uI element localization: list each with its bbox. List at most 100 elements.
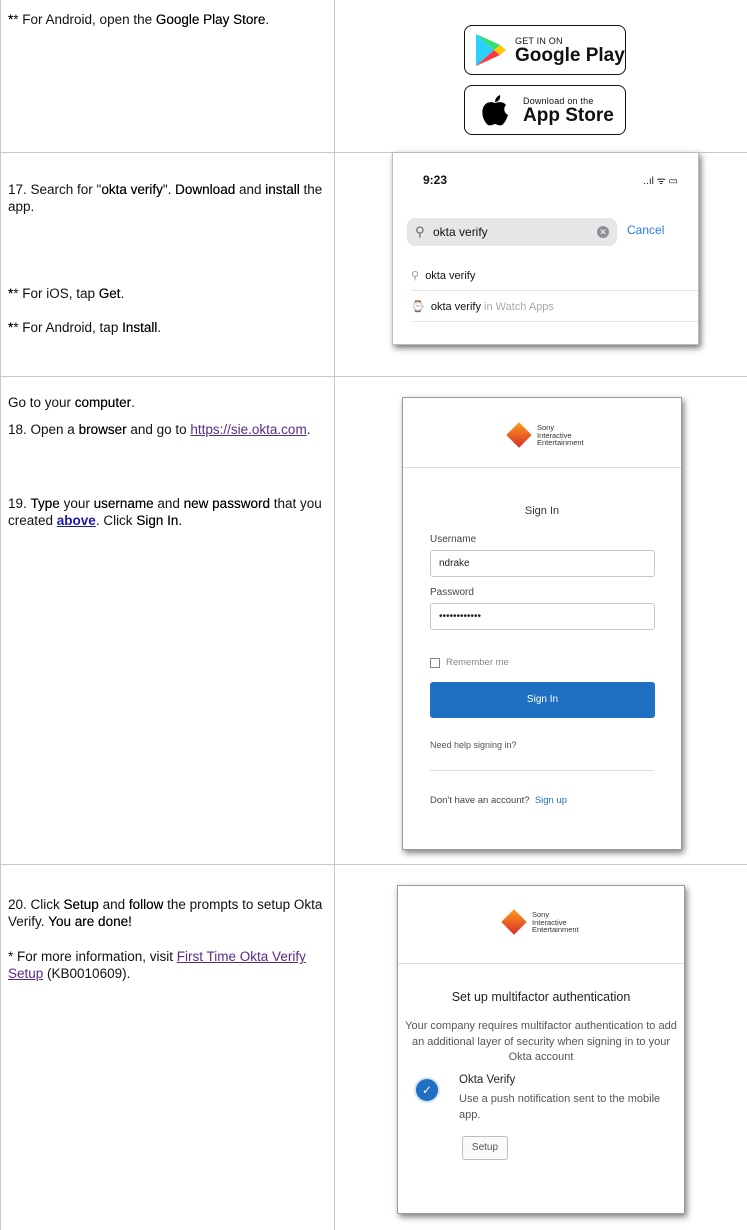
divider [398, 963, 684, 964]
ios-instruction: ** For iOS, tap Get. [8, 286, 125, 301]
text: Go to your [8, 395, 75, 410]
okta-url-link[interactable]: https://sie.okta.com [190, 422, 306, 437]
android-instruction: ** For Android, tap Install. [8, 320, 162, 335]
text: username [93, 496, 154, 511]
google-play-icon [476, 34, 506, 66]
text: Sign In [136, 513, 179, 528]
okta-sign-in-screenshot: Sony Interactive Entertainment Sign In U… [402, 397, 682, 850]
search-icon: ⚲ [411, 270, 420, 282]
status-icons: ..ıl ᯤ ▭ [643, 176, 678, 187]
factor-name: Okta Verify [459, 1074, 516, 1086]
mfa-title: Set up multifactor authentication [451, 990, 631, 1004]
username-field[interactable]: ndrake [430, 550, 655, 577]
text: . [157, 320, 162, 335]
text: . [306, 422, 311, 437]
sony-diamond-icon [501, 909, 527, 935]
sony-diamond-icon [506, 422, 532, 448]
google-play-badge[interactable]: GET IN ON Google Play [464, 25, 626, 75]
step-20: 20. Click Setup and follow the prompts t… [8, 896, 328, 930]
app-store-badge[interactable]: Download on the App Store [464, 85, 626, 135]
apple-icon [482, 95, 508, 126]
password-label: Password [430, 587, 474, 598]
sony-logo: Sony Interactive Entertainment [506, 422, 584, 448]
text: . Click [95, 513, 137, 528]
remember-me-checkbox[interactable] [430, 658, 440, 668]
text: follow [128, 897, 164, 912]
text: new password [183, 496, 270, 511]
mfa-description: Your company requires multifactor authen… [405, 1020, 677, 1063]
text: and [235, 182, 266, 197]
more-info: * For more information, visit First Time… [8, 948, 328, 982]
text: and go to [126, 422, 191, 437]
logo-line: Entertainment [537, 438, 584, 447]
logo-line: Entertainment [532, 925, 579, 934]
step-17: 17. Search for "okta verify". Download a… [8, 181, 328, 215]
text: * For Android, open the [13, 12, 156, 27]
row3-text: 20. Click Setup and follow the prompts t… [8, 896, 328, 982]
text: Download [175, 182, 236, 197]
step-18: 18. Open a browser and go to https://sie… [8, 421, 328, 438]
cancel-button[interactable]: Cancel [627, 223, 664, 237]
text: . [120, 286, 125, 301]
row-divider [0, 376, 747, 377]
text: okta verify [101, 182, 163, 197]
row1-text: 17. Search for "okta verify". Download a… [8, 181, 328, 336]
search-input[interactable]: ⚲ okta verify ✕ [407, 218, 617, 246]
text: Get [98, 286, 121, 301]
divider [430, 770, 654, 771]
search-value: okta verify [433, 225, 488, 239]
apple-badge-title: App Store [523, 104, 614, 126]
factor-description: Use a push notification sent to the mobi… [459, 1093, 661, 1121]
app-store-search-screenshot: 9:23 ..ıl ᯤ ▭ ⚲ okta verify ✕ Cancel ⚲ o… [392, 152, 699, 345]
text: * For more information, visit [8, 949, 177, 964]
google-badge-title: Google Play [515, 44, 625, 66]
text: and [98, 897, 129, 912]
password-field[interactable]: •••••••••••• [430, 603, 655, 630]
text: 17. Search for " [8, 182, 102, 197]
setup-button[interactable]: Setup [462, 1136, 508, 1160]
text: 19. [8, 496, 31, 511]
text: Install [122, 320, 158, 335]
sign-in-button[interactable]: Sign In [430, 682, 655, 718]
go-to-computer: Go to your computer. [8, 394, 328, 411]
clear-icon[interactable]: ✕ [597, 226, 609, 238]
sony-logo: Sony Interactive Entertainment [501, 909, 579, 935]
text: . [131, 395, 135, 410]
divider [411, 321, 698, 322]
no-account-text: Don't have an account? [430, 795, 530, 806]
signup-row: Don't have an account? Sign up [430, 795, 567, 806]
text: ". [162, 182, 176, 197]
search-icon: ⚲ [415, 224, 425, 239]
divider [403, 467, 681, 468]
google-play-store-text: Google Play Store [155, 12, 266, 27]
text: * For Android, tap [13, 320, 123, 335]
sign-up-link[interactable]: Sign up [535, 795, 567, 806]
text: browser [78, 422, 127, 437]
okta-mfa-setup-screenshot: Sony Interactive Entertainment Set up mu… [397, 885, 685, 1214]
text: and [153, 496, 184, 511]
status-time: 9:23 [423, 173, 448, 187]
watch-app-name: okta verify [430, 301, 481, 313]
text: You are done! [48, 914, 132, 929]
okta-verify-icon: ✓ [414, 1077, 440, 1103]
divider [411, 290, 698, 291]
watch-app-row[interactable]: ⌚ okta verify in Watch Apps [411, 300, 554, 313]
row2-text: Go to your computer. 18. Open a browser … [8, 394, 328, 529]
text: * For iOS, tap [13, 286, 99, 301]
text: . [178, 513, 183, 528]
text: 20. Click [8, 897, 64, 912]
watch-icon: ⌚ [411, 301, 425, 313]
suggestion-row[interactable]: ⚲ okta verify [411, 269, 475, 282]
above-link[interactable]: above [57, 513, 96, 528]
text: 18. Open a [8, 422, 79, 437]
text: install [265, 182, 300, 197]
column-divider [0, 0, 1, 1230]
row0-text: ** For Android, open the Google Play Sto… [8, 12, 270, 27]
text: your [59, 496, 94, 511]
need-help-link[interactable]: Need help signing in? [430, 740, 517, 750]
row-divider [0, 864, 747, 865]
sign-in-title: Sign In [524, 505, 560, 517]
username-label: Username [430, 534, 477, 545]
text: Setup [63, 897, 99, 912]
remember-me-label: Remember me [446, 657, 509, 668]
